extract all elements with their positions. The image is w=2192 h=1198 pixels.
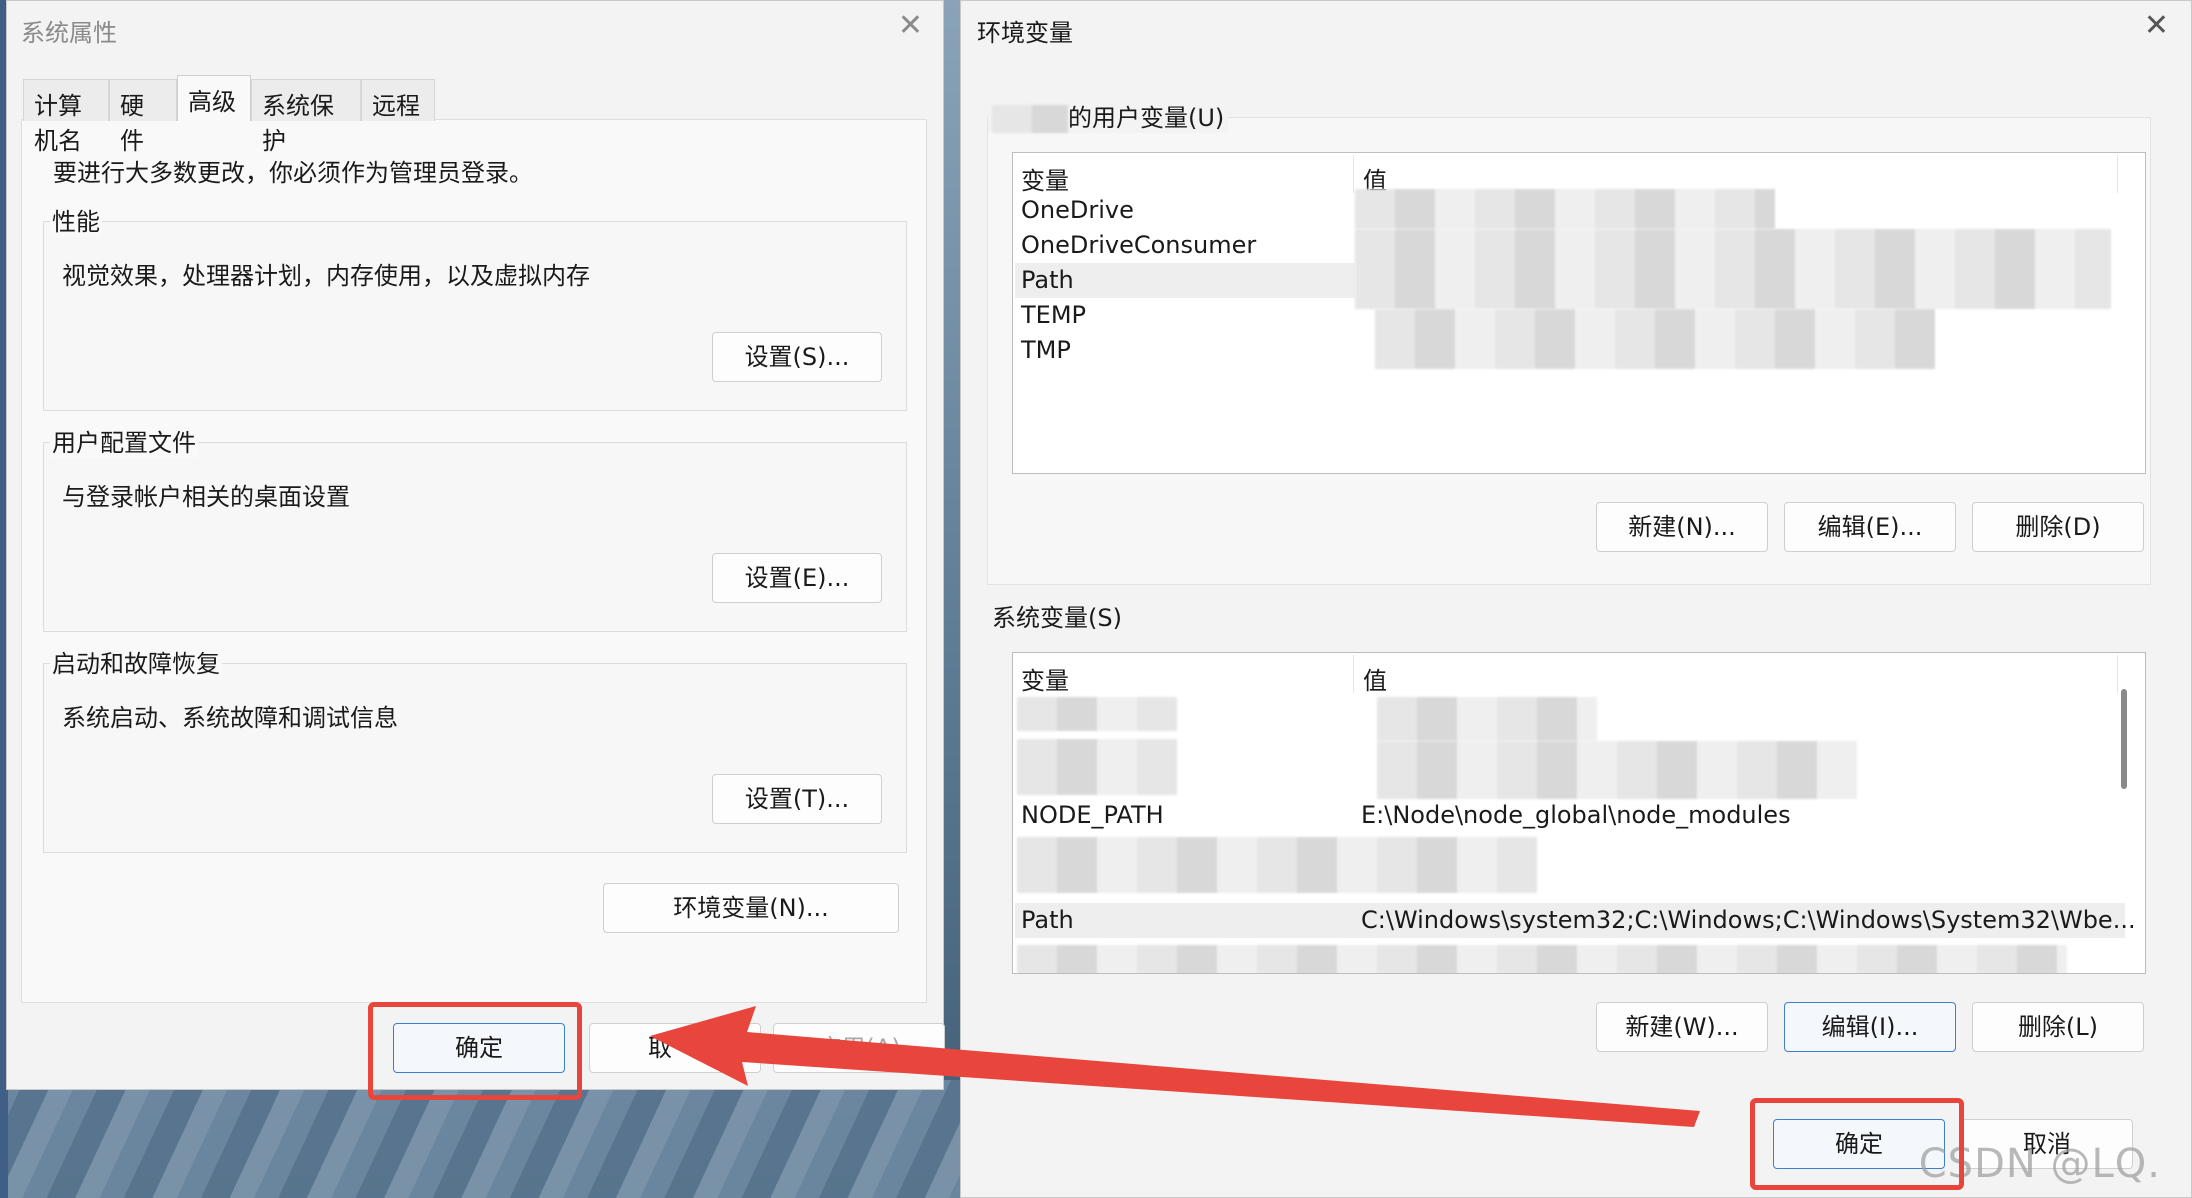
group-title: 用户配置文件 [50, 423, 198, 458]
startup-settings-button[interactable]: 设置(T)... [712, 774, 882, 824]
environment-variables-button[interactable]: 环境变量(N)... [603, 883, 899, 933]
redacted-values [1375, 309, 1935, 369]
variable-name: OneDriveConsumer [1021, 231, 1257, 259]
variable-name: Path [1021, 906, 1074, 934]
system-variables-label: 系统变量(S) [988, 598, 1126, 633]
group-description: 系统启动、系统故障和调试信息 [62, 704, 398, 732]
apply-button[interactable]: 应用(A) [773, 1023, 945, 1073]
redacted-username [992, 105, 1068, 133]
tab-hardware[interactable]: 硬件 [109, 79, 177, 155]
window-title: 环境变量 [977, 19, 1073, 47]
variable-name: TEMP [1021, 301, 1087, 329]
performance-group: 性能 视觉效果，处理器计划，内存使用，以及虚拟内存 设置(S)... [43, 202, 907, 411]
user-variables-section: 的用户变量(U) 变量 值 OneDrive OneDriveConsumer … [987, 98, 2151, 585]
system-variables-section: 系统变量(S) 变量 值 NODE_PATH E:\Node\node_globa… [987, 598, 2151, 1087]
column-header-value[interactable]: 值 [1363, 661, 1387, 695]
column-header-name[interactable]: 变量 [1021, 661, 1069, 695]
close-icon[interactable]: ✕ [2144, 11, 2169, 41]
window-title: 系统属性 [21, 19, 117, 47]
tab-computer-name[interactable]: 计算机名 [23, 79, 109, 155]
column-separator [1353, 155, 1354, 193]
tab-system-protection[interactable]: 系统保护 [251, 79, 361, 155]
variable-name: OneDrive [1021, 196, 1134, 224]
list-item[interactable]: NODE_PATH E:\Node\node_global\node_module… [1015, 798, 2125, 833]
system-variables-list[interactable]: 变量 值 NODE_PATH E:\Node\node_global\node_m… [1012, 652, 2146, 974]
redacted-values [1355, 229, 2111, 309]
redacted-values [1355, 189, 1775, 229]
highlight-ok-right [1750, 1098, 1964, 1190]
user-variables-label: 的用户变量(U) [988, 98, 1229, 133]
column-separator [1353, 655, 1354, 693]
system-new-button[interactable]: 新建(W)... [1596, 1002, 1768, 1052]
environment-variables-dialog: 环境变量 ✕ 的用户变量(U) 变量 值 OneDrive OneDriveCo… [960, 0, 2192, 1198]
redacted-row [1017, 945, 2067, 973]
performance-settings-button[interactable]: 设置(S)... [712, 332, 882, 382]
tab-advanced[interactable]: 高级 [177, 75, 251, 121]
cancel-button[interactable]: 取 [589, 1023, 761, 1073]
redacted-row [1017, 837, 1537, 893]
redacted-names [1017, 697, 1177, 731]
highlight-ok-left [368, 1002, 582, 1100]
user-variables-label-text: 的用户变量(U) [1068, 104, 1225, 132]
redacted-values [1377, 741, 1857, 799]
system-edit-button[interactable]: 编辑(I)... [1784, 1002, 1956, 1052]
column-separator [2117, 655, 2118, 693]
user-edit-button[interactable]: 编辑(E)... [1784, 502, 1956, 552]
user-variables-list[interactable]: 变量 值 OneDrive OneDriveConsumer Path TEMP… [1012, 152, 2146, 474]
admin-note: 要进行大多数更改，你必须作为管理员登录。 [53, 159, 533, 187]
startup-recovery-group: 启动和故障恢复 系统启动、系统故障和调试信息 设置(T)... [43, 644, 907, 853]
system-delete-button[interactable]: 删除(L) [1972, 1002, 2144, 1052]
user-profiles-settings-button[interactable]: 设置(E)... [712, 553, 882, 603]
system-properties-dialog: 系统属性 ✕ 计算机名 硬件 高级 系统保护 远程 要进行大多数更改，你必须作为… [6, 0, 945, 1090]
redacted-values [1377, 697, 1597, 741]
column-header-name[interactable]: 变量 [1021, 161, 1069, 195]
column-separator [2117, 155, 2118, 193]
group-description: 与登录帐户相关的桌面设置 [62, 483, 350, 511]
titlebar: 系统属性 ✕ [7, 1, 943, 53]
variable-value: C:\Windows\system32;C:\Windows;C:\Window… [1361, 906, 2136, 934]
close-icon[interactable]: ✕ [898, 11, 923, 41]
group-title: 启动和故障恢复 [50, 644, 222, 679]
variable-name: NODE_PATH [1021, 801, 1164, 829]
group-description: 视觉效果，处理器计划，内存使用，以及虚拟内存 [62, 262, 590, 290]
scrollbar-thumb[interactable] [2121, 689, 2127, 789]
list-item[interactable]: Path [1015, 263, 1355, 298]
user-profiles-group: 用户配置文件 与登录帐户相关的桌面设置 设置(E)... [43, 423, 907, 632]
variable-name: TMP [1021, 336, 1071, 364]
list-item[interactable]: Path C:\Windows\system32;C:\Windows;C:\Wi… [1015, 903, 2136, 938]
user-delete-button[interactable]: 删除(D) [1972, 502, 2144, 552]
user-new-button[interactable]: 新建(N)... [1596, 502, 1768, 552]
variable-name: Path [1021, 266, 1074, 294]
titlebar: 环境变量 ✕ [961, 1, 2191, 53]
tab-remote[interactable]: 远程 [361, 79, 435, 121]
variable-value: E:\Node\node_global\node_modules [1361, 801, 1791, 829]
redacted-names [1017, 739, 1177, 795]
group-title: 性能 [50, 202, 102, 237]
